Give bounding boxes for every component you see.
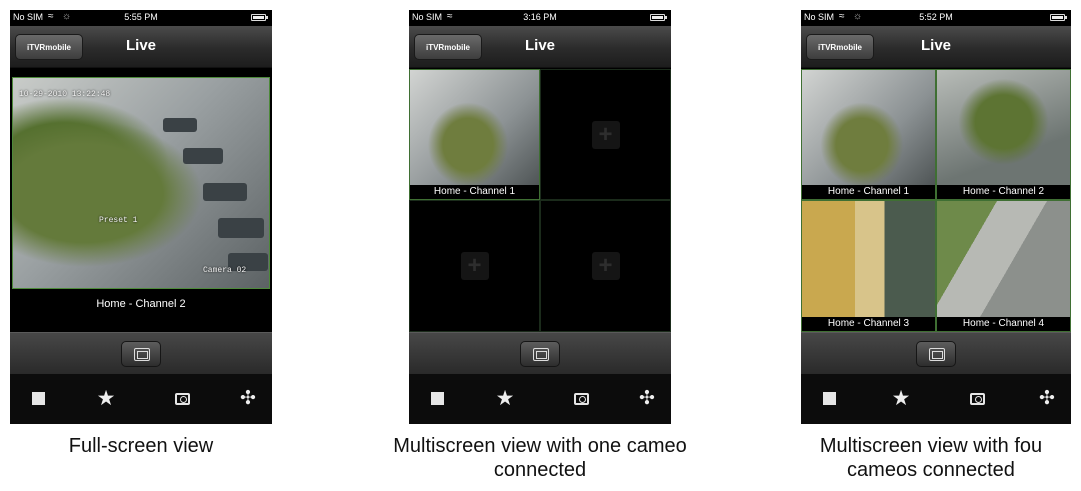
favorite-button[interactable]: ★ <box>94 388 118 410</box>
channel-label: Home - Channel 1 <box>802 185 935 199</box>
parked-car <box>163 118 197 132</box>
nav-bar: iTVRmobile Live <box>801 26 1071 68</box>
empty-camera-cell[interactable]: + <box>540 69 671 200</box>
nav-bar: iTVRmobile Live <box>10 26 272 68</box>
star-icon: ★ <box>891 387 911 410</box>
multiscreen-grid: Home - Channel 1 Home - Channel 2 Home -… <box>801 69 1071 332</box>
phone-screen-multiscreen-four: No SIM ≈ ☼ 5:52 PM iTVRmobile Live Home … <box>801 10 1071 424</box>
status-time: 3:16 PM <box>523 12 557 22</box>
ptz-directional-icon: ✣ <box>639 388 655 409</box>
stop-button[interactable] <box>26 388 50 410</box>
parked-car <box>183 148 223 164</box>
video-timestamp: 10-29-2010 13:22:48 <box>19 90 111 99</box>
caption-multiscreen-one: Multiscreen view with one cameo connecte… <box>340 434 740 482</box>
status-bar: No SIM ≈ ☼ 5:52 PM <box>801 10 1071 26</box>
stop-icon <box>430 392 444 405</box>
page-title: Live <box>125 37 156 54</box>
nav-bar: iTVRmobile Live <box>409 26 671 68</box>
camera-snapshot-icon <box>969 393 985 405</box>
multiscreen-toggle-button[interactable] <box>121 341 161 367</box>
camera-video-feed[interactable]: 10-29-2010 13:22:48 Preset 1 Camera 02 <box>12 77 270 289</box>
video-area: 10-29-2010 13:22:48 Preset 1 Camera 02 H… <box>10 69 272 332</box>
caption-fullscreen: Full-screen view <box>10 434 272 458</box>
caption-line: Multiscreen view with fou <box>819 435 1043 457</box>
battery-icon <box>1050 14 1067 21</box>
ptz-button[interactable]: ✣ <box>236 388 260 410</box>
stop-icon <box>31 392 45 405</box>
channel-label: Home - Channel 4 <box>937 317 1070 331</box>
favorite-button[interactable]: ★ <box>889 388 913 410</box>
stop-button[interactable] <box>817 388 841 410</box>
control-bar <box>409 332 671 374</box>
empty-camera-cell[interactable]: + <box>409 200 540 332</box>
status-bar: No SIM ≈ 3:16 PM <box>409 10 671 26</box>
add-camera-icon: + <box>591 252 620 280</box>
camera-snapshot-icon <box>573 393 589 405</box>
camera-cell[interactable]: Home - Channel 1 <box>409 69 540 200</box>
add-camera-icon: + <box>591 120 620 149</box>
snapshot-button[interactable] <box>170 388 194 410</box>
tab-bar: ★ ✣ <box>409 374 671 424</box>
camera-video-thumbnail <box>937 201 1070 317</box>
caption-line: connected <box>493 459 587 481</box>
camera-cell[interactable]: Home - Channel 4 <box>936 200 1071 332</box>
camera-video-thumbnail <box>937 70 1070 185</box>
battery-icon <box>251 14 268 21</box>
stop-button[interactable] <box>425 388 449 410</box>
stop-icon <box>822 392 836 405</box>
ptz-button[interactable]: ✣ <box>1035 388 1059 410</box>
control-bar <box>10 332 272 374</box>
camera-snapshot-icon <box>174 393 190 405</box>
channel-label: Home - Channel 2 <box>10 295 272 313</box>
ptz-directional-icon: ✣ <box>240 388 256 409</box>
ptz-directional-icon: ✣ <box>1039 388 1055 409</box>
caption-line: Full-screen view <box>68 435 214 457</box>
empty-camera-cell[interactable]: + <box>540 200 671 332</box>
camera-label: Camera 02 <box>203 266 247 275</box>
camera-cell[interactable]: Home - Channel 2 <box>936 69 1071 200</box>
battery-icon <box>650 14 667 21</box>
status-time: 5:55 PM <box>124 12 158 22</box>
multiscreen-toggle-button[interactable] <box>916 341 956 367</box>
page-title: Live <box>524 37 555 54</box>
star-icon: ★ <box>96 387 116 410</box>
multiscreen-toggle-button[interactable] <box>520 341 560 367</box>
camera-video-thumbnail <box>410 70 539 185</box>
camera-cell[interactable]: Home - Channel 3 <box>801 200 936 332</box>
tab-bar: ★ ✣ <box>801 374 1071 424</box>
parked-car <box>203 183 247 201</box>
camera-cell[interactable]: Home - Channel 1 <box>801 69 936 200</box>
multiscreen-toggle-icon <box>929 348 945 361</box>
camera-video-thumbnail <box>802 70 935 185</box>
status-time: 5:52 PM <box>919 12 953 22</box>
multiscreen-grid: Home - Channel 1 + + + <box>409 69 671 332</box>
phone-screen-fullscreen: No SIM ≈ ☼ 5:55 PM iTVRmobile Live 10-29… <box>10 10 272 424</box>
phone-screen-multiscreen-one: No SIM ≈ 3:16 PM iTVRmobile Live Home - … <box>409 10 671 424</box>
ptz-button[interactable]: ✣ <box>635 388 659 410</box>
channel-label: Home - Channel 2 <box>937 185 1070 199</box>
page-title: Live <box>920 37 951 54</box>
preset-label: Preset 1 <box>99 216 138 225</box>
snapshot-button[interactable] <box>965 388 989 410</box>
control-bar <box>801 332 1071 374</box>
tab-bar: ★ ✣ <box>10 374 272 424</box>
channel-label: Home - Channel 3 <box>802 317 935 331</box>
caption-line: cameos connected <box>847 459 1015 481</box>
multiscreen-toggle-icon <box>134 348 150 361</box>
favorite-button[interactable]: ★ <box>493 388 517 410</box>
caption-multiscreen-four: Multiscreen view with fou cameos connect… <box>781 434 1081 482</box>
star-icon: ★ <box>495 387 515 410</box>
snapshot-button[interactable] <box>569 388 593 410</box>
parked-car <box>218 218 264 238</box>
caption-line: Multiscreen view with one cameo <box>393 435 687 457</box>
multiscreen-toggle-icon <box>533 348 549 361</box>
status-bar: No SIM ≈ ☼ 5:55 PM <box>10 10 272 26</box>
add-camera-icon: + <box>460 252 489 280</box>
camera-video-thumbnail <box>802 201 935 317</box>
channel-label: Home - Channel 1 <box>410 185 539 199</box>
